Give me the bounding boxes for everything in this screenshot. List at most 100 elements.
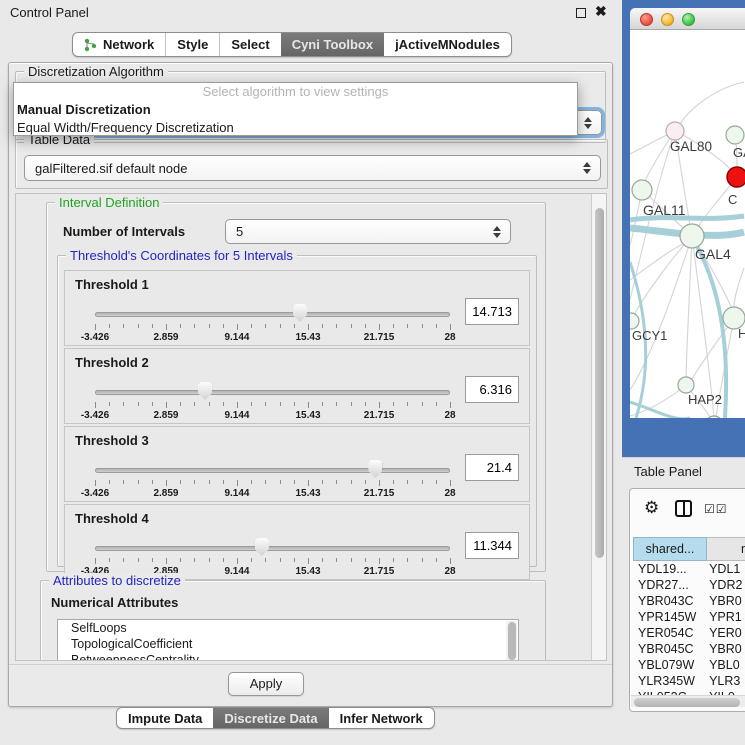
settings-vertical-scrollbar[interactable] — [591, 194, 606, 660]
slider-tick — [308, 558, 309, 564]
attribute-list-item[interactable]: SelfLoops — [58, 620, 518, 636]
attribute-list-item[interactable]: BetweennessCentrality — [58, 652, 518, 661]
slider-tick — [237, 324, 238, 330]
slider-tick — [450, 480, 451, 486]
number-of-intervals-spinner[interactable]: 5 — [225, 219, 511, 244]
network-node-gal11[interactable] — [632, 180, 652, 200]
node-label: GAL4 — [695, 246, 731, 262]
tab-cyni-toolbox[interactable]: Cyni Toolbox — [281, 33, 384, 56]
threshold-value-input[interactable] — [465, 298, 519, 325]
table-row[interactable]: YPR145WYPR1 — [633, 609, 745, 625]
slider-tick — [322, 324, 323, 328]
slider-tick — [123, 324, 124, 328]
tab-style[interactable]: Style — [165, 33, 219, 56]
network-branch-icon — [84, 38, 97, 52]
slider-tick — [123, 402, 124, 406]
apply-button[interactable]: Apply — [228, 672, 304, 696]
network-node[interactable] — [727, 167, 745, 187]
slider-tick — [223, 402, 224, 406]
algorithm-dropdown-popup: Select algorithm to view settings Manual… — [13, 82, 578, 136]
table-horizontal-scrollbar[interactable] — [631, 695, 745, 707]
network-node-gal80[interactable] — [666, 122, 684, 140]
slider-tick — [351, 558, 352, 562]
threshold-value-input[interactable] — [465, 454, 519, 481]
close-traffic-light-icon[interactable] — [640, 13, 653, 26]
threshold-value-input[interactable] — [465, 376, 519, 403]
slider-tick — [294, 402, 295, 406]
cell-shared-name: YLR345W — [633, 673, 709, 689]
slider-tick-label: 28 — [444, 488, 455, 499]
slider-track[interactable] — [95, 390, 450, 395]
close-icon[interactable]: ✖ — [595, 3, 607, 20]
slider-tick-label: 21.715 — [364, 566, 395, 577]
table-row[interactable]: YER054CYER0 — [633, 625, 745, 641]
slider-tick — [180, 324, 181, 328]
slider-tick — [166, 558, 167, 564]
tab-network[interactable]: Network — [73, 33, 165, 56]
slider-tick — [393, 324, 394, 328]
table-row[interactable]: YDR27...YDR2 — [633, 577, 745, 593]
slider-tick — [123, 480, 124, 484]
column-header-name[interactable]: na — [707, 537, 745, 561]
tab-select[interactable]: Select — [219, 33, 280, 56]
attribute-list-item[interactable]: TopologicalCoefficient — [58, 636, 518, 652]
tab-jactivemnodules[interactable]: jActiveMNodules — [384, 33, 511, 56]
popup-placeholder-item[interactable]: Select algorithm to view settings — [14, 83, 577, 101]
network-window-titlebar[interactable] — [630, 8, 745, 30]
popup-item-equal-width[interactable]: Equal Width/Frequency Discretization — [14, 119, 577, 137]
network-canvas[interactable]: GAL80GAGAL11GAL4HGCY1HAP2C — [630, 30, 745, 418]
slider-tick — [95, 324, 96, 330]
minimize-traffic-light-icon[interactable] — [661, 13, 674, 26]
slider-tick — [308, 480, 309, 486]
slider-tick — [308, 402, 309, 408]
scrollbar-thumb[interactable] — [595, 208, 604, 558]
slider-tick-label: 28 — [444, 332, 455, 343]
tab-impute-data[interactable]: Impute Data — [117, 708, 213, 728]
slider-tick — [365, 480, 366, 484]
network-node-ga[interactable] — [726, 126, 744, 144]
numerical-attributes-list[interactable]: SelfLoopsTopologicalCoefficientBetweenne… — [57, 619, 519, 661]
network-node-gcy1[interactable] — [630, 313, 639, 329]
slider-thumb[interactable] — [198, 382, 212, 400]
tab-infer-network[interactable]: Infer Network — [329, 708, 434, 728]
slider-thumb[interactable] — [293, 304, 307, 322]
network-node-hap2[interactable] — [678, 377, 694, 393]
tab-discretize-data[interactable]: Discretize Data — [213, 708, 328, 728]
slider-thumb[interactable] — [255, 538, 269, 556]
checkboxes-icon[interactable]: ☑☑ — [704, 502, 728, 516]
slider-tick — [180, 558, 181, 562]
table-row[interactable]: YDL19...YDL1 — [633, 561, 745, 577]
list-scrollbar[interactable] — [506, 621, 517, 661]
slider-tick — [109, 558, 110, 562]
gear-icon[interactable]: ⚙ — [644, 499, 659, 516]
network-node[interactable] — [705, 416, 723, 418]
list-scrollbar-thumb[interactable] — [508, 622, 516, 660]
table-row[interactable]: YLR345WYLR3 — [633, 673, 745, 689]
table-row[interactable]: YBR043CYBR0 — [633, 593, 745, 609]
table-data-combobox[interactable]: galFiltered.sif default node — [24, 155, 601, 181]
slider-tick — [379, 402, 380, 408]
node-label: H — [738, 326, 745, 341]
popup-item-manual-discretization[interactable]: Manual Discretization — [14, 101, 577, 119]
slider-tick — [166, 402, 167, 408]
slider-thumb[interactable] — [368, 460, 382, 478]
network-node-gal4[interactable] — [680, 224, 704, 248]
slider-tick — [152, 324, 153, 328]
table-row[interactable]: YBR045CYBR0 — [633, 641, 745, 657]
slider-track[interactable] — [95, 546, 450, 551]
slider-tick — [422, 402, 423, 406]
threshold-value-input[interactable] — [465, 532, 519, 559]
slider-tick-label: 15.43 — [295, 488, 320, 499]
float-window-icon[interactable] — [576, 8, 586, 18]
slider-track[interactable] — [95, 468, 450, 473]
network-edge — [734, 268, 744, 307]
column-header-shared[interactable]: shared... — [633, 537, 707, 561]
scrollbar-thumb[interactable] — [634, 698, 740, 707]
slider-track[interactable] — [95, 312, 450, 317]
columns-icon[interactable] — [675, 500, 692, 517]
table-row[interactable]: YBL079WYBL0 — [633, 657, 745, 673]
combobox-arrows-icon — [583, 156, 591, 180]
slider-tick — [280, 402, 281, 406]
slider-tick-label: 9.144 — [224, 332, 249, 343]
zoom-traffic-light-icon[interactable] — [682, 13, 695, 26]
